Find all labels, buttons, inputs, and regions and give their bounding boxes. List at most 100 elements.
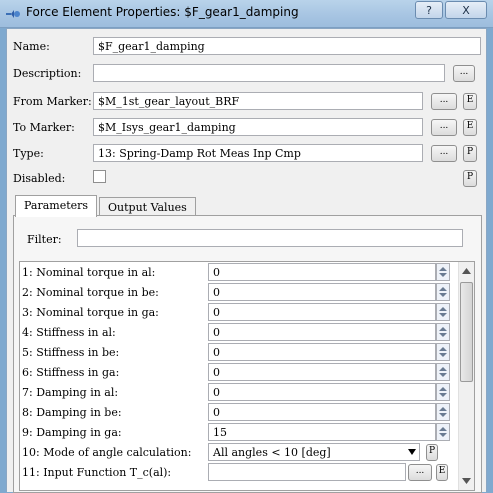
type-field[interactable]: 13: Spring-Damp Rot Meas Inp Cmp (93, 144, 423, 162)
parameter-list: 1: Nominal torque in al: 0 2: Nominal to… (19, 261, 475, 491)
param-label: 9: Damping in ga: (22, 426, 122, 439)
param-label: 10: Mode of angle calculation: (22, 446, 192, 459)
param-label: 8: Damping in be: (22, 406, 122, 419)
spin-up-icon[interactable] (439, 347, 447, 351)
scrollbar-thumb[interactable] (460, 282, 473, 382)
type-label: Type: (13, 147, 44, 160)
disabled-label: Disabled: (13, 172, 66, 185)
param-spinner[interactable] (436, 403, 450, 421)
disabled-checkbox[interactable] (93, 170, 106, 183)
param-spinner[interactable] (436, 383, 450, 401)
scroll-down-icon[interactable] (462, 478, 471, 484)
angle-mode-parameters-button[interactable]: P (426, 444, 438, 461)
param-spinner[interactable] (436, 323, 450, 341)
spin-up-icon[interactable] (439, 267, 447, 271)
input-function-browse-button[interactable]: ... (408, 464, 432, 481)
from-marker-field[interactable]: $M_1st_gear_layout_BRF (93, 92, 423, 110)
param-value-field[interactable]: 0 (208, 343, 436, 361)
angle-mode-value: All angles < 10 [deg] (213, 446, 331, 459)
to-marker-label: To Marker: (13, 121, 75, 134)
list-item: 3: Nominal torque in ga: 0 (20, 302, 458, 322)
spin-up-icon[interactable] (439, 367, 447, 371)
angle-mode-select[interactable]: All angles < 10 [deg] (208, 443, 420, 461)
spin-down-icon[interactable] (439, 353, 447, 357)
app-icon (6, 10, 20, 18)
param-value-field[interactable]: 0 (208, 383, 436, 401)
list-item: 8: Damping in be: 0 (20, 402, 458, 422)
spin-up-icon[interactable] (439, 307, 447, 311)
spin-up-icon[interactable] (439, 427, 447, 431)
spin-down-icon[interactable] (439, 373, 447, 377)
name-field[interactable]: $F_gear1_damping (93, 37, 481, 55)
help-button[interactable]: ? (415, 1, 443, 19)
param-value-field[interactable]: 0 (208, 283, 436, 301)
list-item: 5: Stiffness in be: 0 (20, 342, 458, 362)
spin-down-icon[interactable] (439, 273, 447, 277)
list-item: 1: Nominal torque in al: 0 (20, 262, 458, 282)
param-value-field[interactable]: 0 (208, 363, 436, 381)
spin-down-icon[interactable] (439, 433, 447, 437)
param-spinner[interactable] (436, 263, 450, 281)
param-spinner[interactable] (436, 343, 450, 361)
tab-output-values[interactable]: Output Values (99, 197, 196, 217)
spin-up-icon[interactable] (439, 327, 447, 331)
param-label: 3: Nominal torque in ga: (22, 306, 159, 319)
param-value-field[interactable]: 0 (208, 403, 436, 421)
param-spinner[interactable] (436, 363, 450, 381)
param-label: 7: Damping in al: (22, 386, 119, 399)
spin-up-icon[interactable] (439, 287, 447, 291)
spin-down-icon[interactable] (439, 333, 447, 337)
name-label: Name: (13, 40, 50, 53)
type-parameters-button[interactable]: P (463, 145, 477, 162)
from-marker-browse-button[interactable]: ... (431, 93, 457, 110)
param-label: 11: Input Function T_c(al): (22, 466, 172, 479)
list-item: 11: Input Function T_c(al): ... E (20, 462, 458, 482)
type-browse-button[interactable]: ... (431, 145, 457, 162)
description-label: Description: (13, 67, 82, 80)
param-value-field[interactable]: 15 (208, 423, 436, 441)
list-item: 6: Stiffness in ga: 0 (20, 362, 458, 382)
spin-down-icon[interactable] (439, 313, 447, 317)
dialog-body: Name: $F_gear1_damping Description: ... … (6, 28, 487, 493)
param-spinner[interactable] (436, 423, 450, 441)
input-function-field[interactable] (208, 463, 406, 481)
tab-parameters[interactable]: Parameters (15, 195, 98, 217)
description-browse-button[interactable]: ... (453, 65, 475, 82)
spin-down-icon[interactable] (439, 393, 447, 397)
scroll-up-icon[interactable] (462, 268, 471, 274)
close-button[interactable]: X (445, 1, 487, 19)
scrollbar[interactable] (458, 262, 474, 490)
param-label: 4: Stiffness in al: (22, 326, 116, 339)
to-marker-edit-button[interactable]: E (463, 119, 477, 136)
param-value-field[interactable]: 0 (208, 263, 436, 281)
spin-up-icon[interactable] (439, 387, 447, 391)
filter-field[interactable] (77, 229, 463, 247)
list-item: 4: Stiffness in al: 0 (20, 322, 458, 342)
list-item: 9: Damping in ga: 15 (20, 422, 458, 442)
to-marker-field[interactable]: $M_Isys_gear1_damping (93, 118, 423, 136)
param-label: 5: Stiffness in be: (22, 346, 120, 359)
param-label: 1: Nominal torque in al: (22, 266, 156, 279)
spin-up-icon[interactable] (439, 407, 447, 411)
param-spinner[interactable] (436, 303, 450, 321)
list-item: 7: Damping in al: 0 (20, 382, 458, 402)
spin-down-icon[interactable] (439, 413, 447, 417)
description-field[interactable] (93, 64, 445, 82)
spin-down-icon[interactable] (439, 293, 447, 297)
disabled-parameters-button[interactable]: P (463, 170, 477, 187)
param-label: 6: Stiffness in ga: (22, 366, 120, 379)
from-marker-edit-button[interactable]: E (463, 93, 477, 110)
list-item: 10: Mode of angle calculation: All angle… (20, 442, 458, 462)
param-value-field[interactable]: 0 (208, 303, 436, 321)
to-marker-browse-button[interactable]: ... (431, 119, 457, 136)
chevron-down-icon[interactable] (408, 449, 416, 455)
list-item: 2: Nominal torque in be: 0 (20, 282, 458, 302)
param-label: 2: Nominal torque in be: (22, 286, 159, 299)
param-value-field[interactable]: 0 (208, 323, 436, 341)
window-title: Force Element Properties: $F_gear1_dampi… (26, 5, 299, 19)
input-function-edit-button[interactable]: E (436, 464, 448, 481)
title-bar: Force Element Properties: $F_gear1_dampi… (0, 0, 493, 28)
param-spinner[interactable] (436, 283, 450, 301)
filter-label: Filter: (27, 233, 62, 246)
from-marker-label: From Marker: (13, 95, 92, 108)
